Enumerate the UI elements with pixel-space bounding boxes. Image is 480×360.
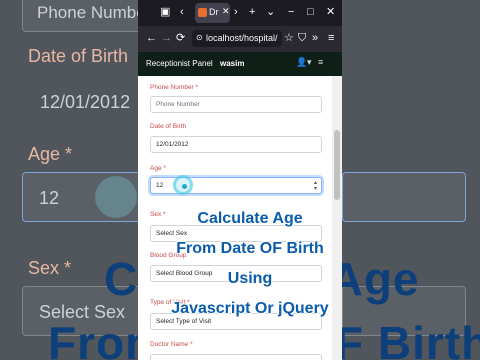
bg-age-value: 12 xyxy=(39,188,60,208)
bg-phone-placeholder: Phone Number xyxy=(37,3,152,22)
caption-line-4: Javascript Or jQuery xyxy=(171,300,329,317)
bookmark-icon[interactable]: ☆ xyxy=(284,31,294,45)
tab-scroll-left-icon[interactable]: ‹ xyxy=(180,5,184,19)
new-tab-button[interactable]: + xyxy=(249,5,255,19)
tab-favicon-icon xyxy=(198,8,207,17)
phone-label: Phone Number * xyxy=(150,84,199,91)
reload-button[interactable]: ⟳ xyxy=(176,31,185,45)
age-value: 12 xyxy=(156,182,164,189)
bg-dob-value: 12/01/2012 xyxy=(40,92,131,112)
dob-label: Date of Birth xyxy=(150,123,187,130)
tab-overflow-icon[interactable]: ⌄ xyxy=(266,5,275,19)
panel-title[interactable]: Receptionist Panel xyxy=(146,59,213,68)
tab-title: Dr xyxy=(209,7,219,17)
number-spinner-icon[interactable]: ▴ ▾ xyxy=(314,180,317,192)
tab-list-icon[interactable]: ▣ xyxy=(160,5,170,19)
age-label: Age * xyxy=(150,165,166,172)
bg-age-label: Age * xyxy=(28,144,73,164)
dob-input[interactable]: 12/01/2012 xyxy=(150,136,322,153)
bg-age-field-right xyxy=(342,172,466,222)
phone-placeholder: Phone Number xyxy=(156,101,200,108)
click-indicator xyxy=(173,175,193,195)
minimize-button[interactable]: − xyxy=(288,5,294,19)
caption-line-2: From Date OF Birth xyxy=(176,240,324,257)
doctor-name-label: Doctor Name * xyxy=(150,341,193,348)
maximize-button[interactable]: □ xyxy=(307,5,314,19)
bg-dob-label: Date of Birth xyxy=(28,46,129,66)
dob-value: 12/01/2012 xyxy=(156,141,189,148)
forward-button[interactable]: → xyxy=(161,31,172,45)
tab-scroll-right-icon[interactable]: › xyxy=(234,5,238,19)
bg-sex-label: Sex * xyxy=(28,258,72,278)
extensions-overflow-icon[interactable]: » xyxy=(312,31,318,45)
user-menu-chevron-icon[interactable]: ▾ xyxy=(307,57,312,68)
address-bar[interactable]: ⊙ localhost/hospital/ xyxy=(192,30,282,47)
sidebar-toggle-icon[interactable]: ≡ xyxy=(318,57,323,67)
caption-line-1: Calculate Age xyxy=(197,210,303,227)
address-text: localhost/hospital/ xyxy=(206,33,278,43)
sex-select-value: Select Sex xyxy=(156,230,188,237)
tab-bar: ▣ ‹ Dr ✕ › + ⌄ − □ ✕ xyxy=(138,0,342,26)
shield-icon[interactable]: ⛉ xyxy=(298,31,306,45)
bg-click-ring xyxy=(95,176,137,218)
phone-input[interactable]: Phone Number xyxy=(150,96,322,113)
tab-close-icon[interactable]: ✕ xyxy=(222,6,230,17)
close-window-button[interactable]: ✕ xyxy=(326,5,335,19)
page-info-icon[interactable]: ⊙ xyxy=(196,33,203,42)
menu-icon[interactable]: ≡ xyxy=(328,31,334,45)
doctor-name-select[interactable] xyxy=(150,354,322,360)
visit-type-value: Select Type of Visit xyxy=(156,318,212,325)
scrollbar-thumb[interactable] xyxy=(334,130,340,200)
active-tab[interactable]: Dr ✕ xyxy=(195,3,230,23)
back-button[interactable]: ← xyxy=(146,31,157,45)
user-name: wasim xyxy=(220,59,245,68)
caption-line-3: Using xyxy=(227,270,273,287)
user-icon[interactable]: 👤 xyxy=(296,57,307,68)
